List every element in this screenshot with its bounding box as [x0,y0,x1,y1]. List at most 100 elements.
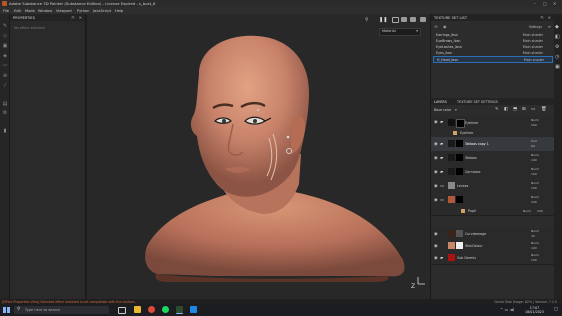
opacity-value[interactable]: 100 [531,200,549,204]
texture-set-shader[interactable]: Main shader [524,58,544,62]
tsl-settings-button[interactable]: Settings [529,25,542,29]
opacity-value[interactable]: 35 [531,234,549,238]
opacity-value[interactable]: 100 [531,246,549,250]
history-icon[interactable]: ◷ [555,54,559,60]
folder-icon[interactable]: ▰ [440,169,446,174]
layer-name[interactable]: Pupil [468,209,476,213]
projection-icon[interactable]: ▣ [2,44,8,49]
layer-row[interactable]: ◉ ▰ Sub Dermis Norm 100 [431,252,555,265]
blend-mode[interactable]: Norm [531,253,549,257]
assets-icon[interactable]: ◆ [555,24,559,30]
visibility-eye-icon[interactable]: ◉ [434,119,439,124]
picker-icon[interactable]: ⁄ [2,84,8,89]
layer-row[interactable]: ◉ ▰ Eyeliner Norm 100 [431,116,555,130]
texture-set-row[interactable]: Eyes_lbsn Main shader [433,50,551,55]
menu-help[interactable]: Help [115,9,123,13]
bake-icon[interactable]: ▤ [2,102,8,107]
folder-icon[interactable]: ▰ [440,141,446,146]
channel-select[interactable]: Base color [434,108,451,112]
mail-icon[interactable] [190,306,197,313]
visibility-eye-icon[interactable]: ◉ [434,141,439,146]
layer-name[interactable]: Curvdamage [465,232,486,236]
display-settings-icon[interactable]: ⚙ [555,44,559,50]
layer-row[interactable]: ◉ ▭ Lenses Norm 100 [431,179,555,194]
taskbar-search[interactable]: ⚲ Type here to search [14,306,109,314]
texture-set-row-selected[interactable]: H_Head_lbsn Main shader [433,56,553,63]
panel-float-icon[interactable]: ⇱ [72,15,75,20]
blend-mode[interactable]: Norm [531,229,549,233]
add-mask-icon[interactable]: ◧ [504,107,508,112]
opacity-value[interactable]: 100 [531,123,549,127]
menu-viewport[interactable]: Viewport [56,9,72,13]
lock-icon[interactable]: ▮ [2,129,8,134]
menu-window[interactable]: Window [38,9,52,13]
smudge-icon[interactable]: 〰 [2,64,8,69]
add-effect-icon[interactable]: ✎ [495,107,499,112]
opacity-value[interactable]: 100 [537,209,555,213]
sub-layer-row[interactable]: Pupil Norm 100 [431,207,555,216]
spotify-icon[interactable] [162,306,169,313]
opacity-value[interactable]: 100 [531,158,549,162]
clone-icon[interactable]: ⊕ [2,74,8,79]
texture-set-icon[interactable]: ◧ [555,34,560,40]
layer-row-selected[interactable]: ◉ ▰ Tattoos copy 1 Ovrl 64 [431,137,555,152]
maximize-button[interactable]: □ [543,1,547,6]
blend-mode[interactable]: Norm [531,241,549,245]
opacity-value[interactable]: 100 [531,186,549,190]
layer-name[interactable]: SkinColour [465,244,483,248]
texture-set-row[interactable]: EyeLashes_lbsn Main shader [433,44,551,49]
texture-set-shader[interactable]: Main shader [523,39,543,43]
texture-set-row[interactable]: EyeBrows_lbsn Main shader [433,38,551,43]
texture-set-row[interactable]: Earrings_lbsn Main shader [433,32,551,37]
folder-icon[interactable]: ▰ [440,155,446,160]
visibility-eye-icon[interactable]: ◉ [434,183,439,188]
panel-close-icon[interactable]: ✕ [548,15,551,20]
layer-name[interactable]: Tattoos [465,156,477,160]
tsl-link-icon[interactable]: ⟲ [434,24,437,29]
visibility-eye-icon[interactable]: ◉ [434,197,439,202]
minimize-button[interactable]: – [534,1,536,6]
add-folder-icon[interactable]: ▭ [531,107,535,112]
system-tray-icons[interactable]: ⌃ ▭ ◄) [500,307,514,312]
menu-python[interactable]: Python [77,9,89,13]
texture-set-shader[interactable]: Main shader [523,33,543,37]
opacity-value[interactable]: 64 [531,144,549,148]
opacity-value[interactable]: 100 [531,172,549,176]
task-view-icon[interactable] [118,307,126,314]
panel-float-icon[interactable]: ⇱ [541,15,544,20]
texture-set-shader[interactable]: Main shader [523,51,543,55]
tab-layers[interactable]: LAYERS [434,100,447,104]
layer-name[interactable]: Lenses [457,184,468,188]
folder-icon[interactable]: ▭ [440,197,446,202]
settings-icon[interactable]: ⚙ [2,111,8,116]
layer-name[interactable]: Eyeliner [465,121,478,125]
visibility-eye-icon[interactable]: ◉ [434,169,439,174]
layer-name[interactable]: Cornrows [465,170,480,174]
visibility-eye-icon[interactable]: ◉ [434,255,439,260]
blend-mode[interactable]: Norm [531,181,549,185]
eraser-icon[interactable]: ◇ [2,34,8,39]
menu-edit[interactable]: Edit [14,9,21,13]
folder-icon[interactable]: ▰ [440,255,446,260]
blend-mode[interactable]: Norm [531,153,549,157]
add-fill-icon[interactable]: ⬒ [513,107,517,112]
folder-icon[interactable]: ▭ [440,183,446,188]
layer-name[interactable]: Eyeliner [460,131,473,135]
layer-name[interactable]: Sub Dermis [457,256,476,260]
tab-texture-set-settings[interactable]: TEXTURE SET SETTINGS [457,100,498,104]
export-icon[interactable]: ▣ [555,64,560,70]
layer-row[interactable]: ◉ ▭ Norm 100 [431,193,555,208]
windows-start-icon[interactable] [3,306,10,314]
notification-icon[interactable]: ▢ [554,307,558,312]
painter-icon[interactable] [176,306,183,314]
blend-mode[interactable]: Norm [531,167,549,171]
geometry-fill-icon[interactable]: ◈ [2,54,8,59]
texture-set-shader[interactable]: Main shader [523,45,543,49]
menu-file[interactable]: File [3,9,9,13]
blend-mode[interactable]: Ovrl [531,139,549,143]
visibility-eye-icon[interactable]: ◉ [434,155,439,160]
taskbar-clock[interactable]: 17:07 18/01/2023 [525,306,544,314]
layer-name[interactable]: Tattoos copy 1 [465,142,489,146]
close-button[interactable]: ✕ [553,1,556,6]
delete-layer-icon[interactable]: 🗑 [541,107,547,112]
